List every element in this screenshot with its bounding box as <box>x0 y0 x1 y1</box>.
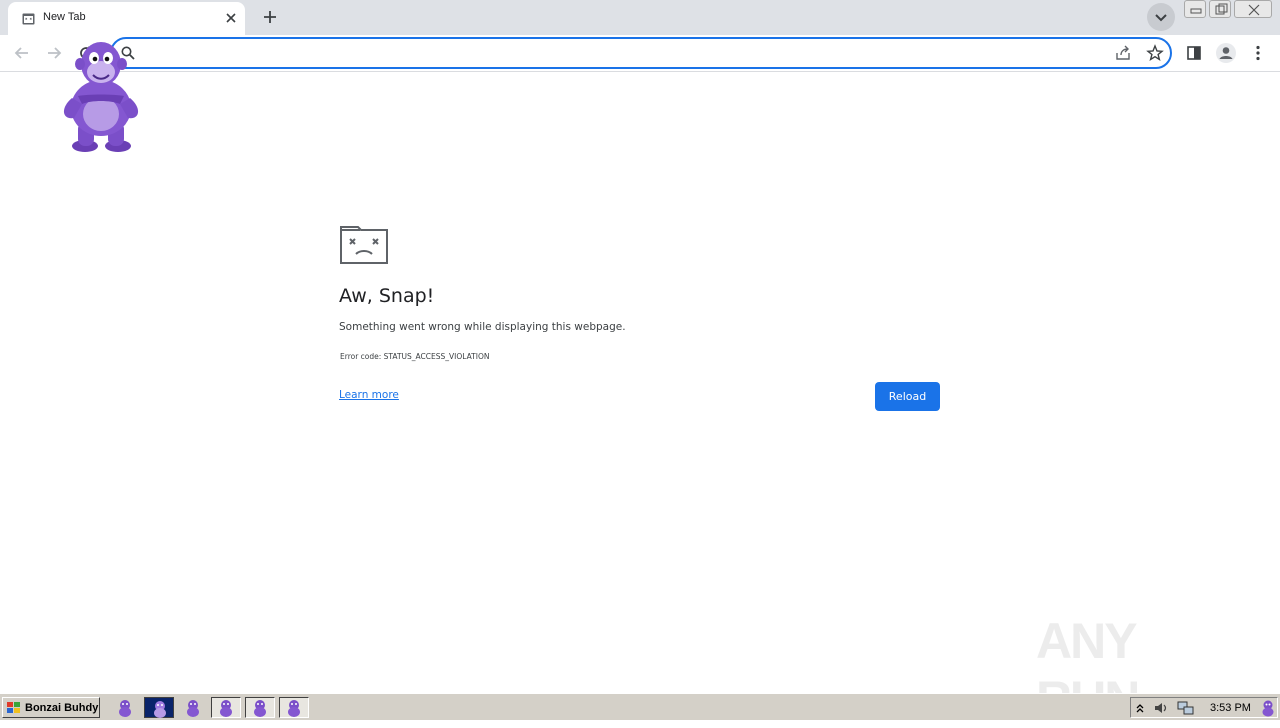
restore-button[interactable] <box>1209 0 1231 18</box>
error-title: Aw, Snap! <box>339 285 435 307</box>
tray-expand-icon[interactable] <box>1135 701 1145 715</box>
taskbar-bonzi-6[interactable] <box>279 697 309 718</box>
anyrun-watermark: ANY RUN <box>1036 606 1236 727</box>
taskbar-bonzi-3[interactable] <box>178 697 208 718</box>
bonzi-tray-icon[interactable] <box>1259 699 1277 717</box>
side-panel-icon[interactable] <box>1184 43 1204 63</box>
more-menu-icon[interactable] <box>1248 43 1268 63</box>
chevron-down-icon <box>1155 14 1167 22</box>
bonzi-icon <box>154 701 166 718</box>
tab-title: New Tab <box>43 11 86 23</box>
clock: 3:53 PM <box>1210 702 1251 714</box>
taskbar: Bonzai Buhdy 3:53 PM <box>0 693 1280 720</box>
bonzi-icon <box>187 700 199 717</box>
minimize-icon <box>1190 8 1202 14</box>
sad-tab-icon <box>340 226 388 264</box>
bonzi-icon <box>119 700 131 717</box>
learn-more-link[interactable]: Learn more <box>339 389 399 401</box>
taskbar-bonzi-5[interactable] <box>245 697 275 718</box>
error-code: Error code: STATUS_ACCESS_VIOLATION <box>340 352 490 361</box>
address-input[interactable] <box>142 42 1102 64</box>
tab-new-tab[interactable]: New Tab <box>8 2 245 35</box>
sad-tab-icon <box>22 13 35 25</box>
profile-avatar-icon[interactable] <box>1215 42 1237 64</box>
start-label: Bonzai Buhdy <box>25 701 99 714</box>
bonzi-icon <box>254 700 266 717</box>
window-close-button[interactable] <box>1234 0 1272 18</box>
volume-icon[interactable] <box>1153 700 1169 716</box>
error-message: Something went wrong while displaying th… <box>339 321 626 333</box>
start-button[interactable]: Bonzai Buhdy <box>2 697 100 718</box>
restore-icon <box>1215 3 1228 15</box>
close-icon[interactable] <box>224 11 238 25</box>
tab-search-button[interactable] <box>1147 3 1175 31</box>
share-icon[interactable] <box>1114 44 1132 62</box>
bookmark-star-icon[interactable] <box>1146 44 1164 62</box>
minimize-button[interactable] <box>1184 0 1206 18</box>
reload-button[interactable]: Reload <box>875 382 940 411</box>
system-tray: 3:53 PM <box>1130 697 1278 718</box>
bonzi-buddy-character[interactable] <box>58 38 144 154</box>
taskbar-bonzi-1[interactable] <box>110 697 140 718</box>
bonzi-icon <box>220 700 232 717</box>
taskbar-bonzi-4[interactable] <box>211 697 241 718</box>
close-icon <box>1248 4 1260 16</box>
windows-logo-icon <box>7 701 20 713</box>
taskbar-bonzi-2[interactable] <box>144 697 174 718</box>
bonzi-icon <box>288 700 300 717</box>
back-arrow-icon[interactable] <box>12 43 32 63</box>
address-bar[interactable] <box>110 37 1172 69</box>
new-tab-plus-icon[interactable] <box>260 7 280 27</box>
browser-toolbar <box>0 35 1280 72</box>
tab-strip: New Tab <box>0 0 1280 35</box>
network-icon[interactable] <box>1177 700 1195 716</box>
